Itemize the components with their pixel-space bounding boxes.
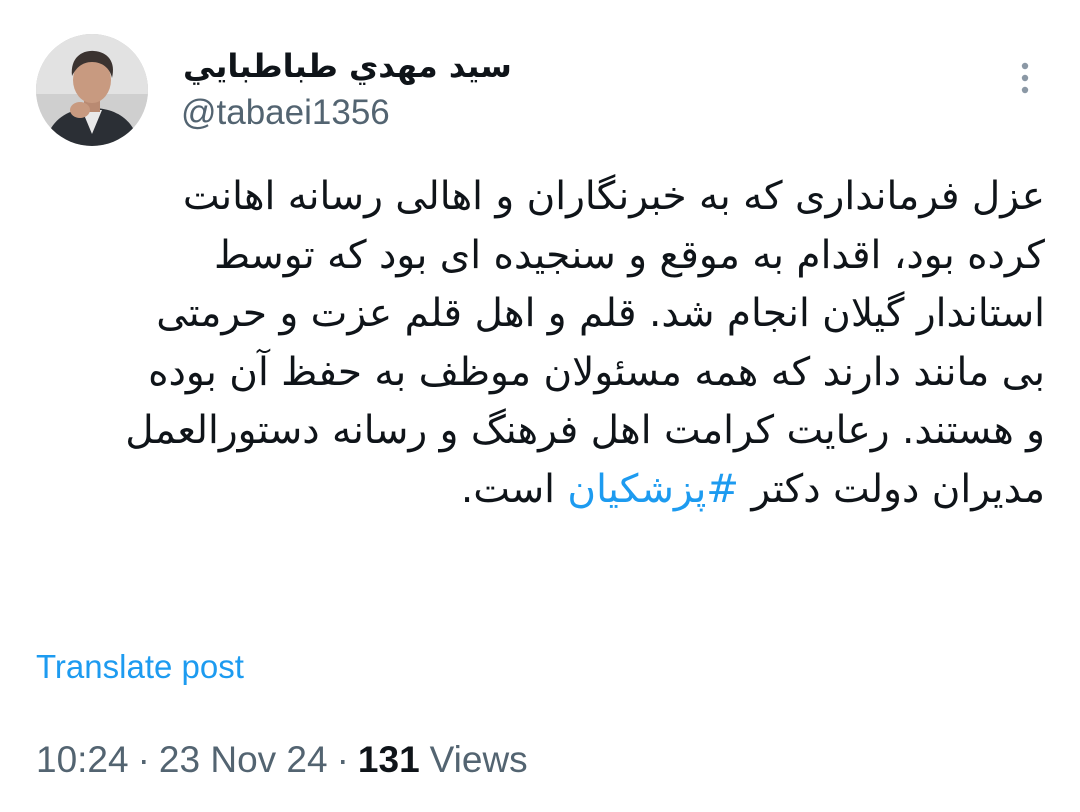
tweet-line: کرده بود، اقدام به موقع و سنجیده ای بود … [214,232,1045,278]
views-label: Views [429,739,528,780]
separator: · [137,739,150,780]
tweet-line: عزل فرمانداری که به خبرنگاران و اهالی رس… [182,174,1045,219]
tweet-line-last: مدیران دولت دکتر #پزشکیان است. [25,461,1045,520]
avatar[interactable] [36,34,148,146]
tweet-text: عزل فرمانداری که به خبرنگاران و اهالی رس… [25,168,1045,519]
tweet-date[interactable]: 23 Nov 24 [159,739,328,780]
author-display-name[interactable]: سيد مهدي طباطبايي [183,44,512,88]
tweet-text-segment: است. [460,466,568,512]
tweet-time[interactable]: 10:24 [36,739,129,780]
tweet-line: بی مانند دارند که همه مسئولان موظف به حف… [148,349,1045,395]
profile-photo [36,34,148,146]
hashtag-link[interactable]: #پزشکیان [567,467,739,512]
views-count: 131 [357,739,420,780]
tweet-meta: 10:24 · 23 Nov 24 · 131 Views [36,737,528,783]
translate-post-link[interactable]: Translate post [36,645,244,689]
author-handle[interactable]: @tabaei1356 [181,91,390,135]
tweet-line: استاندار گیلان انجام شد. قلم و اهل قلم ع… [156,291,1045,336]
more-vertical-icon[interactable] [1012,58,1038,98]
separator: · [336,739,349,780]
tweet-line: و هستند. رعایت کرامت اهل فرهنگ و رسانه د… [125,408,1045,453]
tweet-text-segment: مدیران دولت دکتر [738,466,1045,512]
